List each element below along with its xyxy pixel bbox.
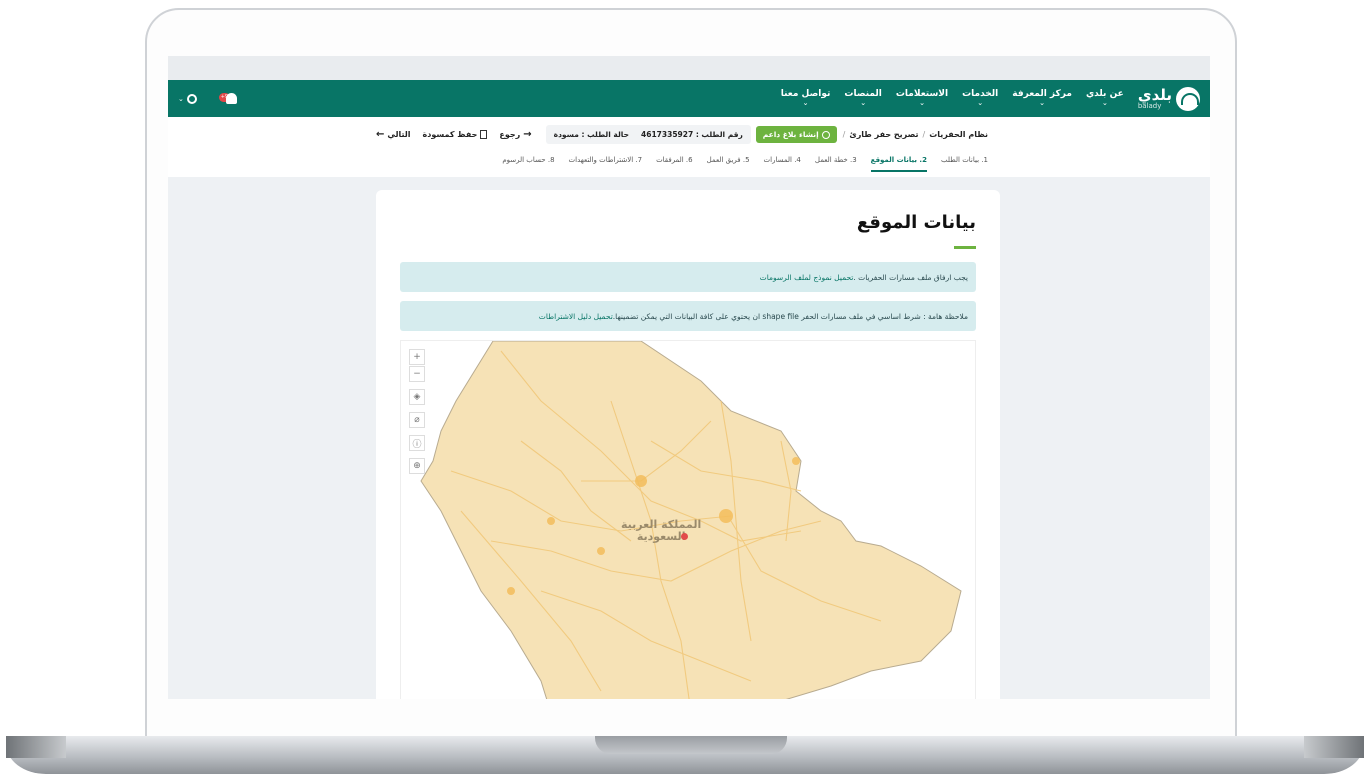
nav-item-services[interactable]: الخدمات ⌄: [962, 89, 998, 108]
chevron-down-icon: ⌄: [977, 98, 984, 107]
info-icon[interactable]: ⓘ: [409, 435, 425, 451]
layers-icon[interactable]: ◈: [409, 389, 425, 405]
screen: بلدي balady عن بلدي ⌄ مركز المعرفة ⌄ الخدم…: [168, 56, 1210, 699]
wizard-steps: 1. بيانات الطلب 2. بيانات الموقع 3. خطة …: [502, 156, 988, 172]
breadcrumb-root[interactable]: نظام الحفريات: [929, 130, 988, 139]
nav-item-about[interactable]: عن بلدي ⌄: [1086, 89, 1124, 108]
arrow-left-icon: ←: [376, 129, 385, 140]
download-template-link[interactable]: تحميل نموذج لملف الرسومات: [760, 273, 854, 282]
top-nav: بلدي balady عن بلدي ⌄ مركز المعرفة ⌄ الخدم…: [168, 80, 1210, 117]
save-draft-label: حفظ كمسودة: [422, 130, 478, 139]
bell-icon: [225, 92, 237, 104]
user-icon: [186, 93, 197, 104]
next-button[interactable]: التالي ←: [376, 129, 411, 140]
chevron-down-icon: ⌄: [860, 98, 867, 107]
location-card: بيانات الموقع يجب ارفاق ملف مسارات الحفر…: [376, 190, 1000, 699]
browser-top-strip: [168, 56, 1210, 80]
alert-text: ملاحظة هامة : شرط اساسي في ملف مسارات ال…: [612, 311, 968, 321]
step-fees[interactable]: 8. حساب الرسوم: [502, 156, 554, 172]
breadcrumb-separator: /: [922, 130, 926, 139]
chevron-down-icon: ⌄: [1039, 98, 1046, 107]
brand-name-ar: بلدي: [1137, 85, 1172, 104]
nav-item-knowledge-center[interactable]: مركز المعرفة ⌄: [1012, 89, 1072, 108]
nav-item-contact[interactable]: تواصل معنا ⌄: [781, 89, 831, 108]
step-attachments[interactable]: 6. المرفقات: [656, 156, 693, 172]
map-view[interactable]: المملكة العربية السعودية + − ◈ ⌀ ⓘ ⊕: [400, 340, 976, 699]
notifications-button[interactable]: +9: [218, 91, 237, 107]
info-alert-note: ملاحظة هامة : شرط اساسي في ملف مسارات ال…: [400, 301, 976, 331]
request-info: رقم الطلب : 4617335927 حالة الطلب : مسود…: [545, 125, 751, 144]
laptop-notch: [595, 736, 787, 754]
zoom-out-icon[interactable]: −: [409, 366, 425, 382]
chevron-down-icon: ⌄: [178, 94, 184, 103]
breadcrumb: نظام الحفريات / تصريح حفر طارئ /: [843, 130, 988, 139]
locate-icon[interactable]: ⊕: [409, 458, 425, 474]
chevron-down-icon: ⌄: [802, 98, 809, 107]
brand-name-en: balady: [1137, 101, 1162, 110]
laptop-base-edge: [6, 736, 66, 758]
nav-user-area: ⌄ +9: [178, 91, 237, 107]
map-controls: + − ◈ ⌀ ⓘ ⊕: [409, 349, 425, 475]
create-report-button[interactable]: إنشاء بلاغ داعم: [755, 126, 837, 143]
laptop-base: [6, 736, 1364, 774]
alert-text: يجب ارفاق ملف مسارات الحفريات .: [853, 272, 968, 282]
back-label: رجوع: [499, 130, 521, 139]
step-conditions[interactable]: 7. الاشتراطات والتعهدات: [569, 156, 643, 172]
step-location-data[interactable]: 2. بيانات الموقع: [870, 156, 927, 172]
breadcrumb-current: تصريح حفر طارئ: [849, 130, 919, 139]
step-work-plan[interactable]: 3. خطة العمل: [815, 156, 857, 172]
attach-icon[interactable]: ⌀: [409, 412, 425, 428]
document-icon: [480, 130, 488, 139]
breadcrumb-separator: /: [842, 130, 846, 139]
step-work-team[interactable]: 5. فريق العمل: [707, 156, 750, 172]
request-status: حالة الطلب : مسودة: [553, 130, 630, 139]
step-paths[interactable]: 4. المسارات: [764, 156, 801, 172]
map-location-marker[interactable]: [681, 533, 688, 540]
create-report-label: إنشاء بلاغ داعم: [762, 130, 819, 139]
nav-item-inquiries[interactable]: الاستعلامات ⌄: [896, 89, 948, 108]
brand-logo-link[interactable]: بلدي balady: [1137, 85, 1200, 111]
info-alert-attach: يجب ارفاق ملف مسارات الحفريات . تحميل نم…: [400, 262, 976, 292]
chevron-down-icon: ⌄: [1101, 98, 1108, 107]
balady-logo-icon: [1176, 86, 1200, 111]
next-label: التالي: [387, 130, 411, 139]
request-number: رقم الطلب : 4617335927: [641, 130, 743, 139]
map-country-label: المملكة العربية السعودية: [621, 518, 701, 544]
map-label-line2: السعودية: [636, 530, 686, 544]
back-button[interactable]: → رجوع: [499, 129, 531, 140]
nav-menu: عن بلدي ⌄ مركز المعرفة ⌄ الخدمات ⌄ الاستعلا…: [781, 89, 1124, 108]
step-request-data[interactable]: 1. بيانات الطلب: [941, 156, 988, 172]
title-underline: [954, 246, 976, 249]
user-menu[interactable]: ⌄: [178, 93, 197, 104]
form-actions: → رجوع حفظ كمسودة التالي ←: [376, 129, 532, 140]
zoom-in-icon[interactable]: +: [409, 349, 425, 365]
download-guide-link[interactable]: تحميل دليل الاشتراطات: [539, 312, 613, 321]
arrow-right-icon: →: [523, 129, 532, 140]
page-title: بيانات الموقع: [856, 212, 976, 233]
save-draft-button[interactable]: حفظ كمسودة: [423, 130, 488, 139]
nav-item-platforms[interactable]: المنصات ⌄: [844, 89, 881, 108]
sub-header: نظام الحفريات / تصريح حفر طارئ / إنشاء ب…: [168, 117, 1210, 177]
chevron-down-icon: ⌄: [919, 98, 925, 107]
laptop-base-edge: [1304, 736, 1364, 758]
gear-icon: [821, 130, 830, 139]
